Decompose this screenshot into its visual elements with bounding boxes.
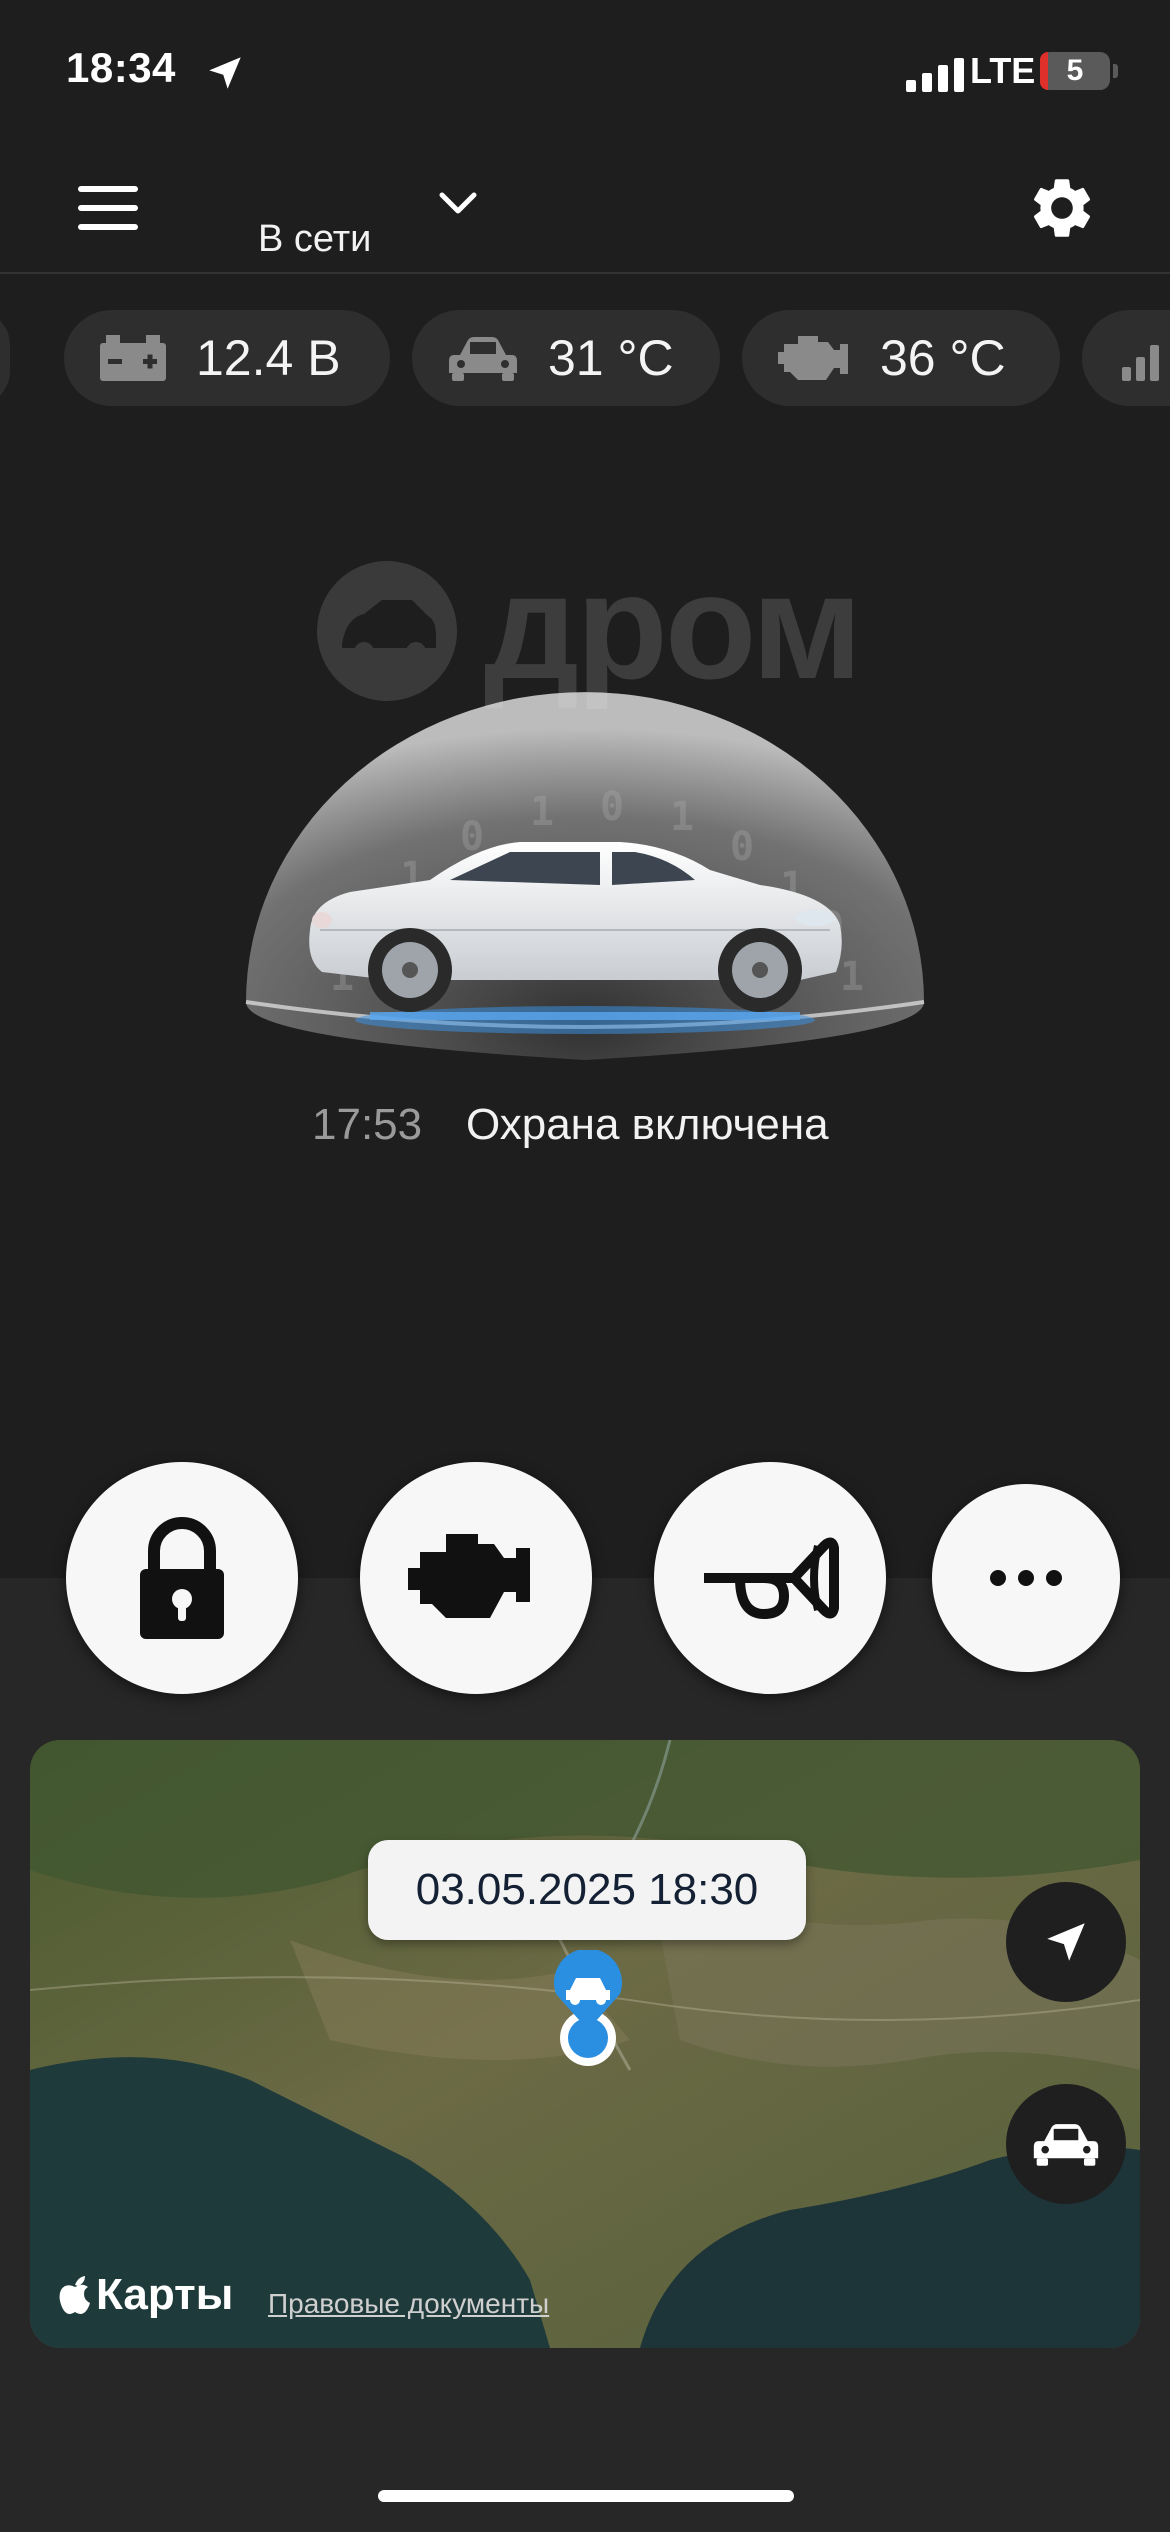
car-security-dome: 010 101 010 11 [245,692,925,1060]
more-actions-button[interactable] [932,1484,1120,1672]
svg-text:1: 1 [670,794,694,840]
sensor-chip-signal[interactable] [1082,310,1170,406]
legal-documents-link[interactable]: Правовые документы [268,2288,549,2320]
sensor-chip-partial[interactable]: ° [0,310,10,406]
location-arrow-icon [209,57,241,89]
alarm-status-text: Охрана включена [466,1100,829,1149]
engine-temp: 36 °C [880,330,1006,386]
engine-icon [778,336,848,380]
horn-icon [704,1537,839,1620]
svg-text:0: 0 [730,824,754,870]
ellipsis-icon [990,1570,1062,1586]
svg-text:1: 1 [530,789,554,835]
navigate-arrow-icon [1047,1923,1085,1961]
gear-icon[interactable] [1026,172,1098,244]
apple-logo-icon [59,2276,90,2314]
battery-tip [1113,64,1118,78]
sensor-chip-battery[interactable]: 12.4 В [64,310,390,406]
show-car-button[interactable] [1006,2084,1126,2204]
lock-icon [140,1517,224,1639]
maps-provider-name: Карты [96,2270,234,2319]
battery-level: 5 [1066,54,1084,87]
horn-button[interactable] [654,1462,886,1694]
svg-text:0: 0 [600,784,624,830]
hamburger-menu-icon[interactable] [78,186,138,230]
car-battery-icon [100,335,166,381]
car-icon [1033,2124,1099,2166]
engine-icon [408,1534,530,1618]
signal-icon [906,56,964,92]
network-type: LTE [970,50,1036,91]
gsm-signal-icon [1122,345,1159,381]
engine-start-button[interactable] [360,1462,592,1694]
status-time: 18:34 [66,44,176,91]
apple-maps-logo: Карты [58,2270,233,2320]
interior-temp: 31 °C [548,330,674,386]
lock-button[interactable] [66,1462,298,1694]
home-indicator[interactable] [378,2490,794,2502]
alarm-event-time: 17:53 [312,1100,423,1149]
chevron-down-icon[interactable] [436,188,480,218]
sensor-chips-row[interactable]: ° 12.4 В 31 °C 36 °C [0,310,1170,410]
battery-icon: 5 [1040,52,1110,90]
svg-text:1: 1 [840,954,864,1000]
sensor-chip-engine[interactable]: 36 °C [742,310,1060,406]
car-location-pin-icon[interactable] [550,1950,626,2068]
sensor-chip-interior[interactable]: 31 °C [412,310,720,406]
car-interior-icon [449,337,517,381]
header-divider [0,272,1170,274]
connection-status[interactable]: В сети [258,218,371,261]
battery-voltage: 12.4 В [196,330,341,386]
vehicle-map[interactable]: 03.05.2025 18:30 Карты Правовые документ… [30,1740,1140,2348]
location-timestamp: 03.05.2025 18:30 [368,1840,806,1940]
navigate-button[interactable] [1006,1882,1126,2002]
